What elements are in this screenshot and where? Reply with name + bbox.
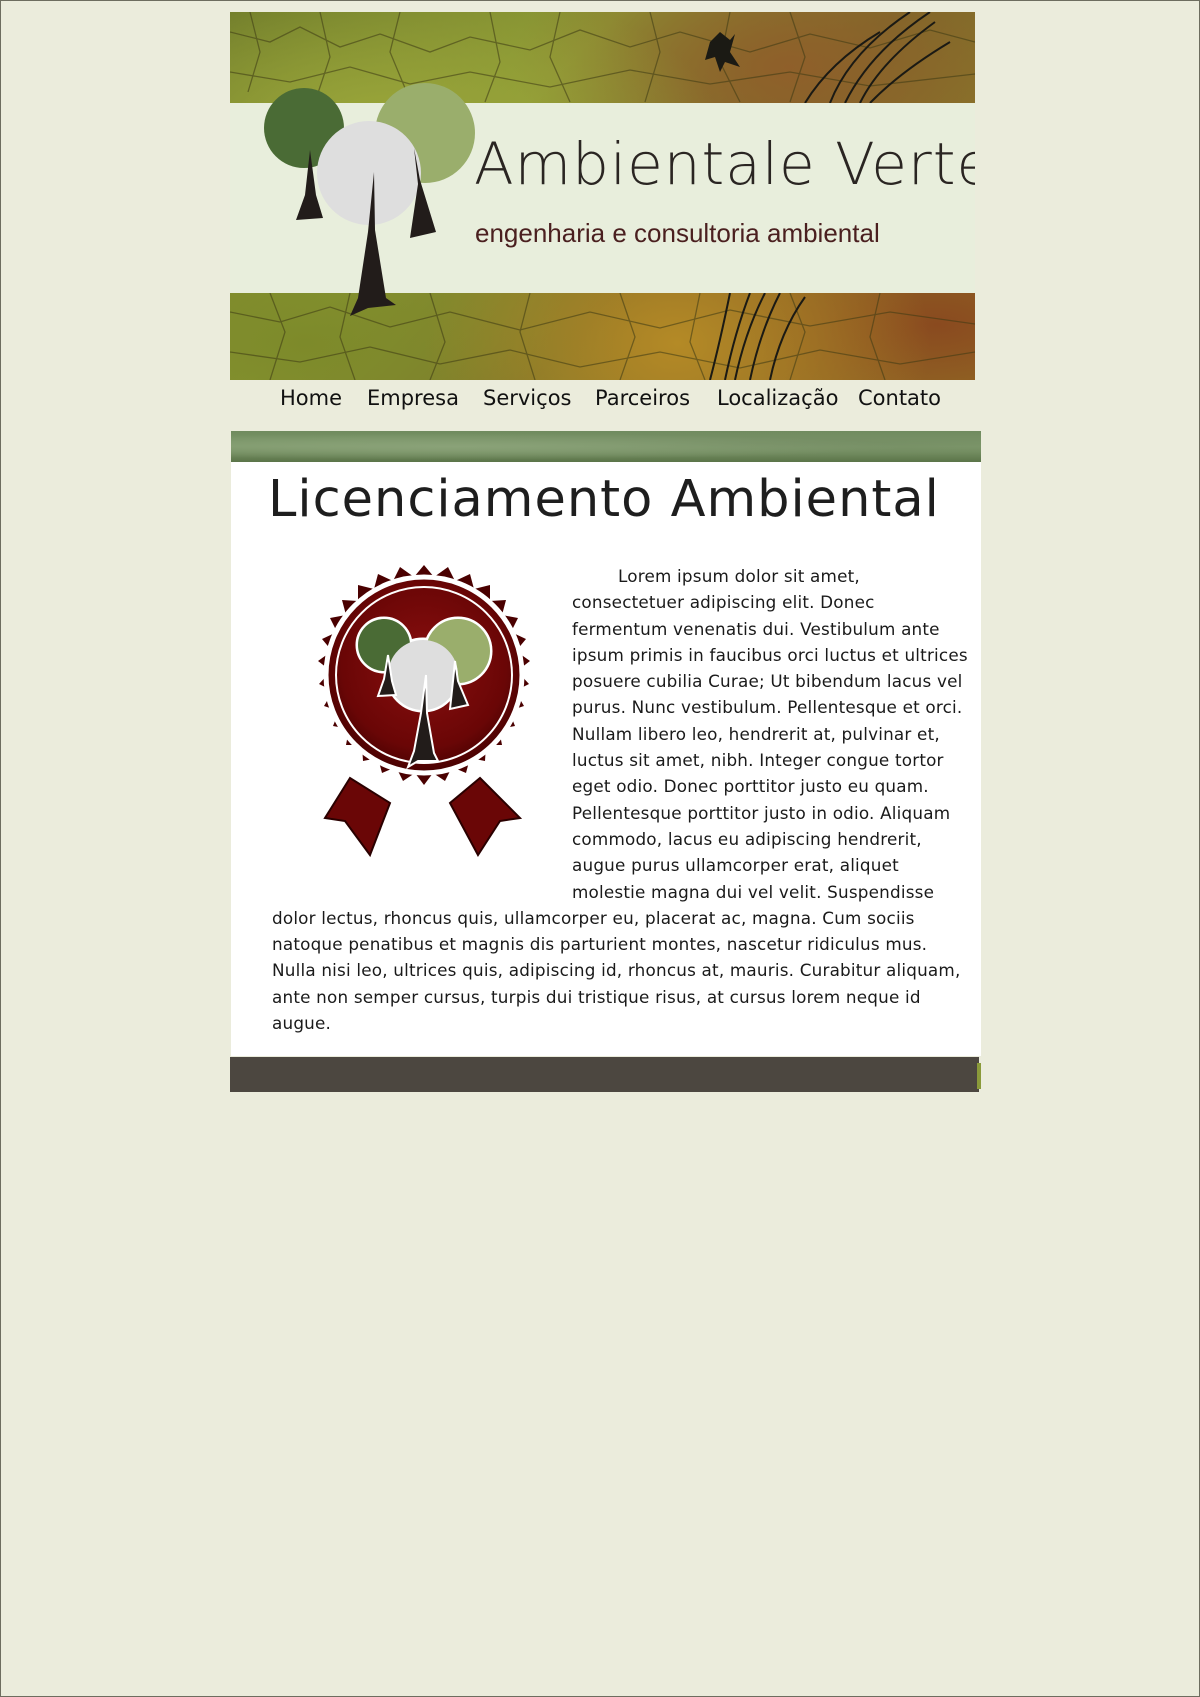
nav-item-servicos[interactable]: Serviços xyxy=(483,386,571,410)
content-header-band xyxy=(231,431,981,462)
nav-item-home[interactable]: Home xyxy=(280,386,342,410)
brand-tagline: engenharia e consultoria ambiental xyxy=(475,218,880,248)
main-navigation: Home Empresa Serviços Parceiros Localiza… xyxy=(230,382,975,428)
flower-silhouette xyxy=(705,32,740,72)
nav-item-parceiros[interactable]: Parceiros xyxy=(595,386,690,410)
tree-logo-icon xyxy=(264,83,475,316)
footer-bar xyxy=(230,1057,979,1092)
article-text: Lorem ipsum dolor sit amet, consectetuer… xyxy=(272,563,972,1036)
nav-item-contato[interactable]: Contato xyxy=(858,386,941,410)
seal-placeholder xyxy=(272,563,572,885)
nav-item-empresa[interactable]: Empresa xyxy=(367,386,459,410)
page-title: Licenciamento Ambiental xyxy=(268,470,940,529)
footer-accent xyxy=(977,1063,981,1089)
brand-name: Ambientale Verte xyxy=(474,130,975,198)
nav-item-localizacao[interactable]: Localização xyxy=(717,386,838,410)
header-banner: Ambientale Verte engenharia e consultori… xyxy=(230,12,975,380)
